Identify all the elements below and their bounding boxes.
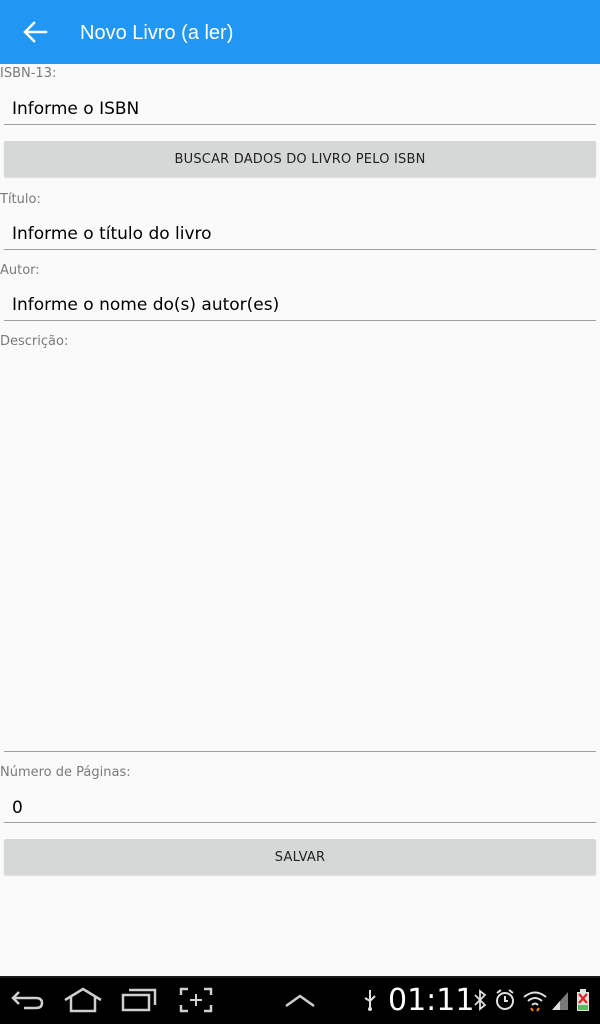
app-bar: Novo Livro (a ler) [0,0,600,64]
title-input[interactable] [4,219,596,250]
pages-input[interactable] [4,793,596,823]
pages-label: Número de Páginas: [0,765,131,780]
author-input[interactable] [4,290,596,321]
author-label: Autor: [0,263,40,278]
title-label: Título: [0,192,41,207]
back-icon[interactable] [10,986,46,1014]
alarm-icon [496,989,514,1010]
isbn-input[interactable] [4,94,596,125]
screenshot-icon[interactable] [178,986,214,1014]
isbn-label: ISBN-13: [0,66,57,81]
signal-icon [552,992,568,1010]
battery-icon [577,989,589,1011]
system-navigation-bar: 01:11 [0,976,600,1024]
wifi-icon [523,991,547,1012]
home-icon[interactable] [62,986,104,1014]
recent-apps-icon[interactable] [120,986,158,1014]
bluetooth-icon [474,989,487,1011]
page-title: Novo Livro (a ler) [80,22,234,44]
menu-up-icon[interactable] [283,986,317,1014]
navbar-divider [0,976,600,978]
arrow-back-icon[interactable] [22,20,48,44]
save-button[interactable]: SALVAR [4,839,596,875]
description-textarea[interactable] [4,352,596,752]
status-clock: 01:11 [388,983,475,1018]
search-by-isbn-button[interactable]: BUSCAR DADOS DO LIVRO PELO ISBN [4,141,596,177]
usb-icon [364,990,376,1011]
description-label: Descrição: [0,334,69,349]
